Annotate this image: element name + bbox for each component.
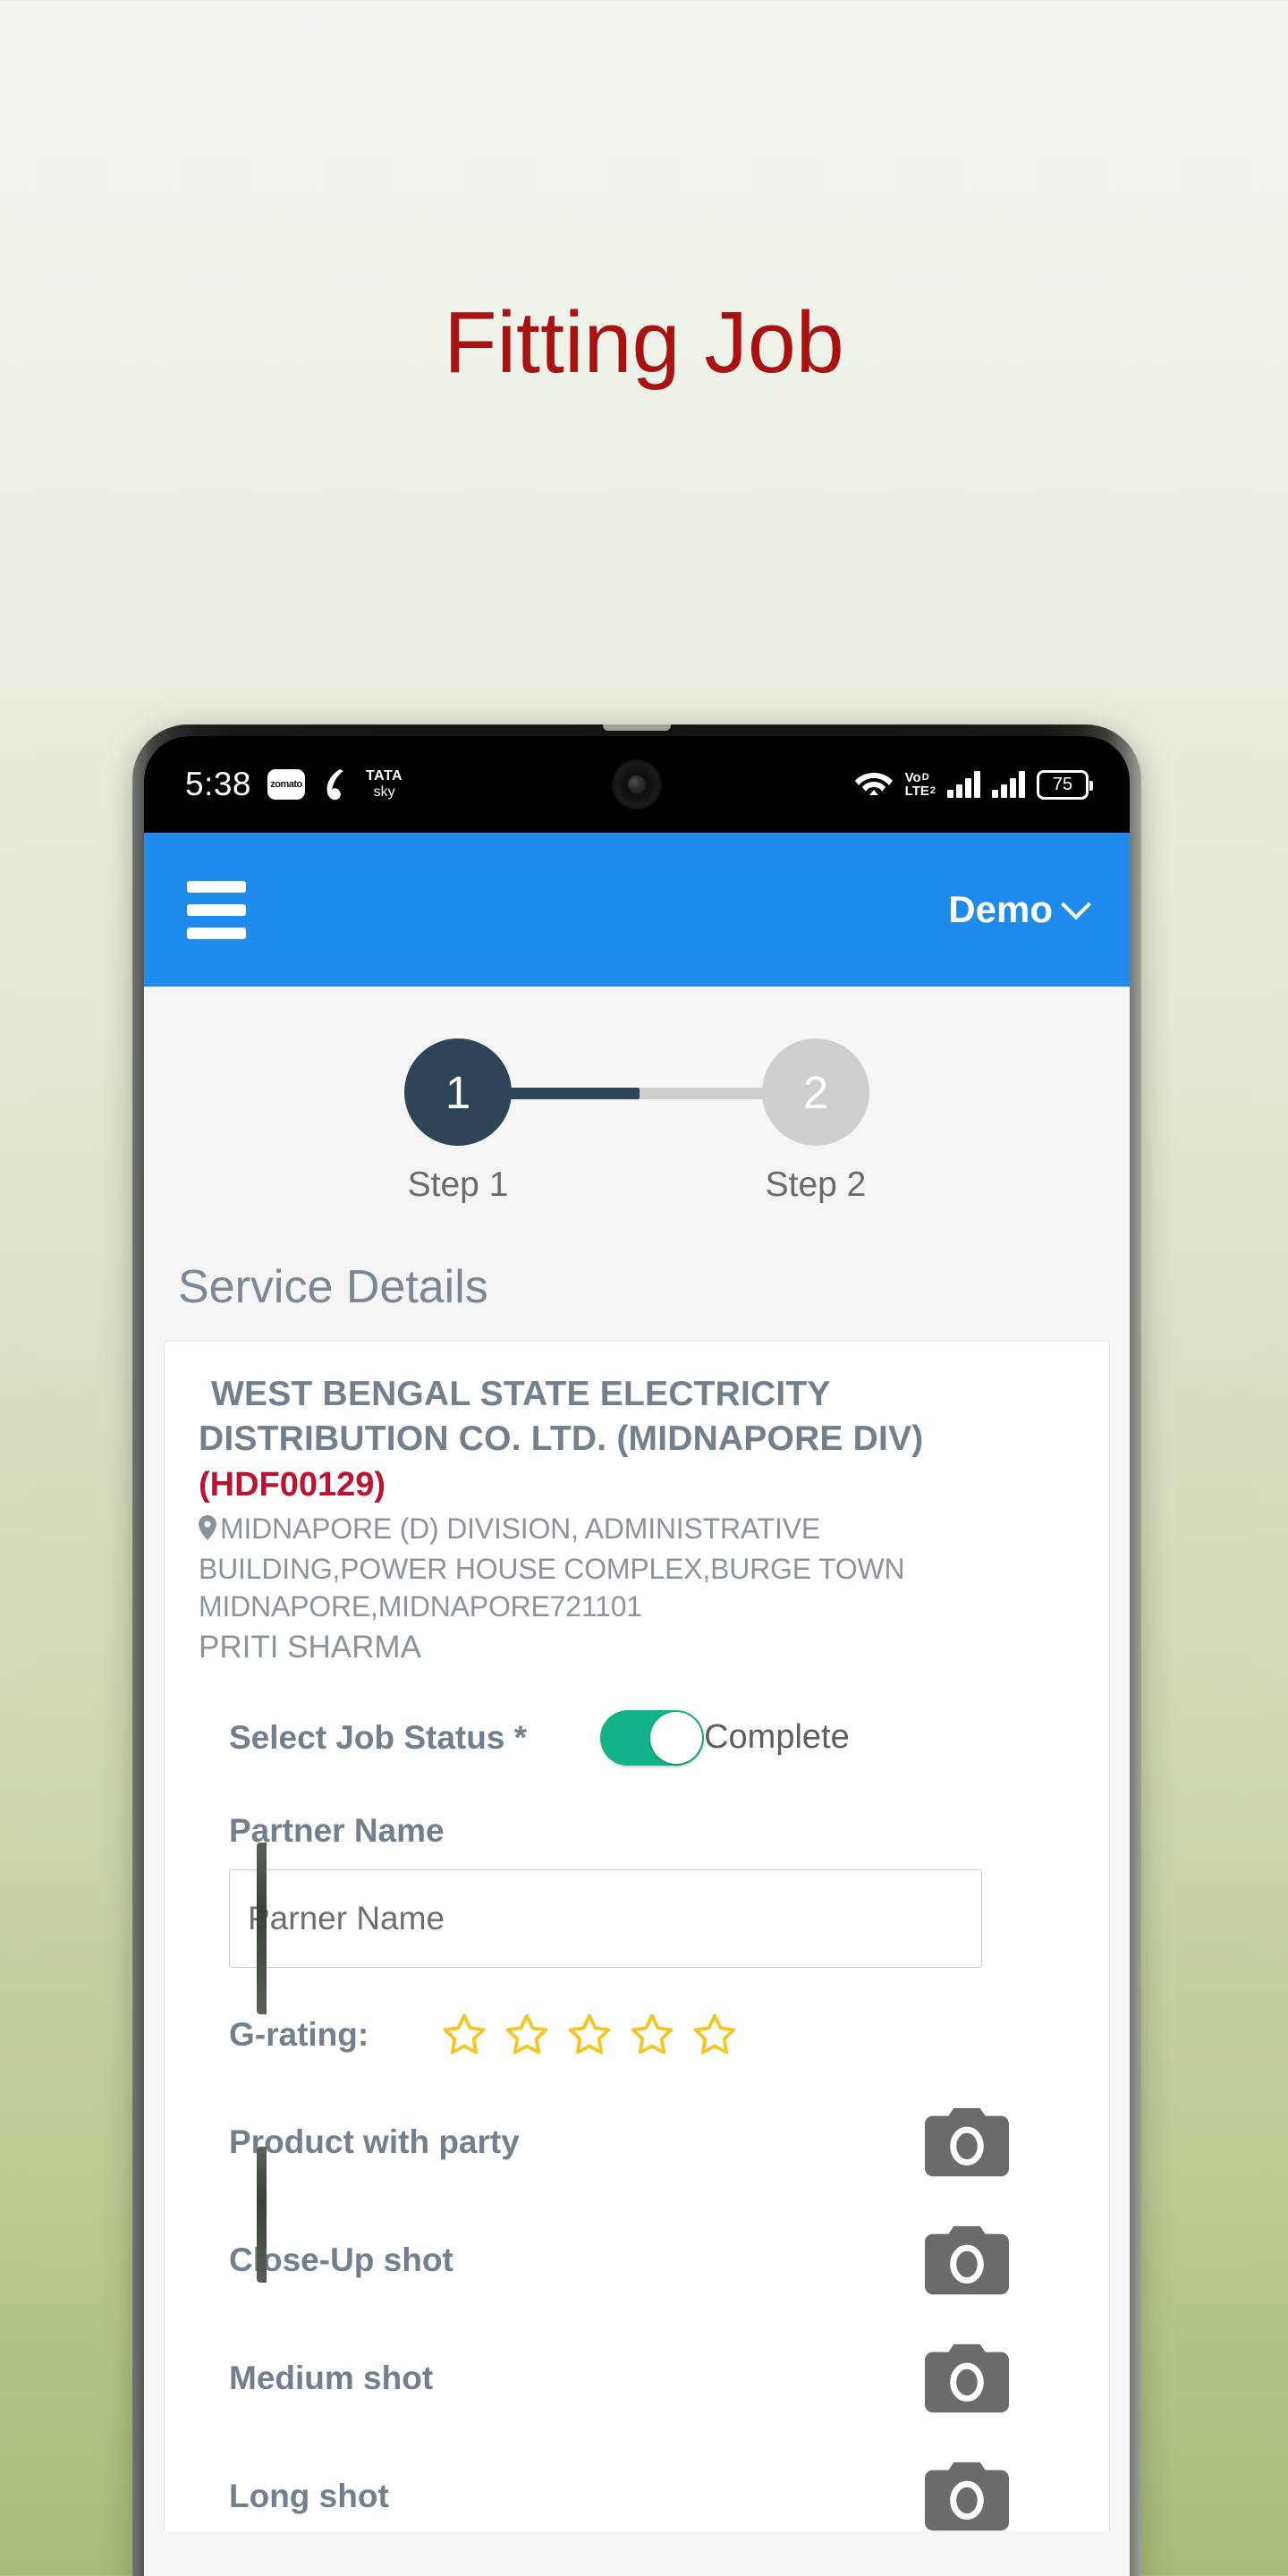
stepper-step-1-label: Step 1: [407, 1165, 509, 1204]
partner-name-label: Partner Name: [229, 1811, 445, 1849]
stepper: 1 Step 1 2 Step 2: [400, 1038, 874, 1205]
partner-name-input[interactable]: [229, 1868, 982, 1968]
wifi-icon: [854, 767, 894, 802]
photo-row-long-shot: Long shot: [229, 2462, 1070, 2531]
zomato-icon: zomato: [267, 769, 306, 800]
section-heading-service-details: Service Details: [144, 1244, 1130, 1341]
volte-line2-sup: 2: [929, 785, 936, 796]
star-icon-3[interactable]: [565, 2011, 614, 2059]
tata-sky-icon: TATA sky: [366, 769, 402, 800]
g-rating-label: G-rating:: [229, 2015, 369, 2053]
stepper-container: 1 Step 1 2 Step 2: [144, 987, 1130, 1244]
status-bar-left: 5:38 zomato TATA sky: [185, 766, 402, 803]
service-details-card: WEST BENGAL STATE ELECTRICITY DISTRIBUTI…: [164, 1341, 1110, 2531]
stepper-step-2-circle: 2: [762, 1038, 869, 1146]
camera-icon-long-shot[interactable]: [925, 2462, 1009, 2531]
photo-row-product-with-party: Product with party: [229, 2107, 1070, 2177]
star-icon-5[interactable]: [691, 2011, 739, 2059]
stepper-track-fill: [496, 1088, 640, 1099]
map-pin-icon: [199, 1512, 216, 1550]
photo-row-close-up-shot: Close-Up shot: [229, 2225, 1070, 2295]
volte-line1-sup: D: [921, 772, 929, 783]
company-address-text: MIDNAPORE (D) DIVISION, ADMINISTRATIVE B…: [199, 1513, 905, 1623]
job-status-toggle-value: Complete: [704, 1718, 850, 1757]
job-form: Select Job Status * Complete Partner Nam…: [199, 1709, 1075, 2531]
job-status-toggle[interactable]: [600, 1709, 705, 1766]
status-bar-right: Vo D LTE 2 75: [854, 767, 1093, 802]
signal-bars-icon-sim2: [992, 771, 1025, 798]
volte-icon: Vo D LTE 2: [905, 771, 936, 798]
photo-label-long-shot: Long shot: [229, 2477, 389, 2514]
phone-volume-button: [257, 1843, 267, 2014]
hamburger-menu-icon[interactable]: [187, 880, 246, 939]
job-status-toggle-group[interactable]: Complete: [600, 1709, 850, 1766]
camera-icon-close-up-shot[interactable]: [925, 2225, 1009, 2295]
airtel-icon: [321, 767, 350, 802]
g-rating-row: G-rating:: [229, 2011, 1070, 2059]
star-icon-4[interactable]: [628, 2011, 676, 2059]
camera-icon-medium-shot[interactable]: [925, 2343, 1009, 2413]
phone-screen: 5:38 zomato TATA sky Vo D LTE 2 75 Demo …: [144, 736, 1130, 2576]
chevron-down-icon: [1061, 889, 1091, 920]
status-bar: 5:38 zomato TATA sky Vo D LTE 2 75: [144, 736, 1130, 833]
stepper-step-1[interactable]: 1 Step 1: [400, 1038, 516, 1205]
photo-row-medium-shot: Medium shot: [229, 2343, 1070, 2413]
volte-line1: Vo: [904, 770, 921, 785]
status-bar-clock: 5:38: [185, 766, 252, 802]
camera-icon-product-with-party[interactable]: [925, 2107, 1009, 2177]
photo-label-medium-shot: Medium shot: [229, 2359, 434, 2396]
company-name: WEST BENGAL STATE ELECTRICITY DISTRIBUTI…: [199, 1375, 924, 1458]
stepper-track: [496, 1088, 777, 1099]
stepper-step-2-label: Step 2: [765, 1165, 867, 1204]
signal-bars-icon-sim1: [947, 771, 980, 798]
job-status-row: Select Job Status * Complete: [229, 1709, 1070, 1766]
photo-label-product-with-party: Product with party: [229, 2123, 520, 2160]
phone-bezel: 5:38 zomato TATA sky Vo D LTE 2 75 Demo …: [144, 736, 1130, 2576]
phone-earpiece: [603, 724, 671, 731]
phone-mockup-frame: 5:38 zomato TATA sky Vo D LTE 2 75 Demo …: [132, 724, 1141, 2576]
phone-power-button: [257, 2147, 267, 2283]
volte-line2: LTE: [904, 784, 929, 799]
company-address: MIDNAPORE (D) DIVISION, ADMINISTRATIVE B…: [199, 1510, 1075, 1626]
g-rating-stars[interactable]: [440, 2011, 739, 2059]
battery-level: 75: [1052, 774, 1073, 794]
contact-person-name: PRITI SHARMA: [199, 1629, 421, 1665]
zomato-icon-label: zomato: [270, 779, 302, 790]
company-code: (HDF00129): [199, 1465, 386, 1504]
stepper-step-1-circle: 1: [404, 1038, 512, 1146]
job-status-toggle-knob: [650, 1711, 703, 1764]
front-camera-punch-hole: [612, 759, 662, 809]
job-status-label: Select Job Status *: [229, 1718, 528, 1756]
tata-sky-line1: TATA: [366, 768, 403, 784]
stepper-step-2[interactable]: 2 Step 2: [758, 1038, 874, 1205]
account-dropdown-button[interactable]: Demo: [948, 888, 1091, 931]
app-bar: Demo: [144, 833, 1130, 987]
battery-icon: 75: [1037, 769, 1093, 800]
tata-sky-line2: sky: [373, 784, 395, 800]
account-dropdown-label: Demo: [948, 888, 1053, 930]
page-title: Fitting Job: [444, 293, 844, 391]
star-icon-2[interactable]: [503, 2011, 551, 2059]
star-icon-1[interactable]: [440, 2011, 488, 2059]
